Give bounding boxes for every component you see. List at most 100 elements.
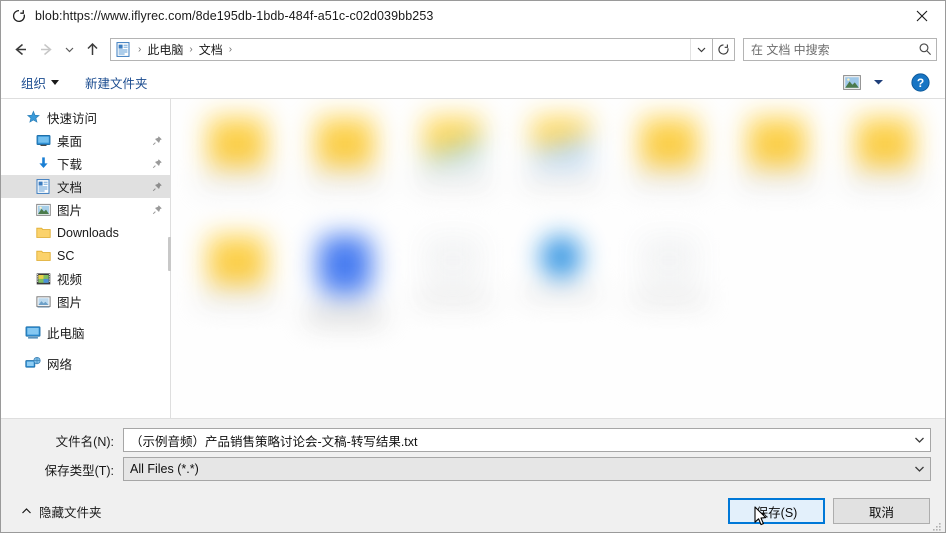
file-item[interactable]: [399, 111, 507, 229]
file-list-pane[interactable]: [171, 99, 945, 418]
file-item[interactable]: [183, 229, 291, 347]
sidebar-item-downloads[interactable]: Downloads: [1, 221, 170, 244]
star-icon: [25, 110, 41, 126]
sidebar-label: 桌面: [57, 135, 83, 149]
folder-icon: [640, 117, 698, 167]
photo-icon: [35, 294, 51, 310]
pin-icon[interactable]: [152, 204, 164, 216]
sidebar-label: 下载: [57, 158, 83, 172]
sidebar-item-photos[interactable]: 图片: [1, 290, 170, 313]
sidebar-item-quick-access[interactable]: 快速访问: [1, 106, 170, 129]
sidebar-item-documents[interactable]: 文档: [1, 175, 170, 198]
sidebar-item-downloads-cn[interactable]: 下载: [1, 152, 170, 175]
filename-row: 文件名(N): （示例音频）产品销售策略讨论会-文稿-转写结果.txt: [15, 428, 931, 452]
sidebar-label: 视频: [57, 273, 83, 287]
filetype-select[interactable]: All Files (*.*): [123, 457, 931, 481]
breadcrumb-separator-trailing[interactable]: ›: [226, 44, 235, 55]
save-form: 文件名(N): （示例音频）产品销售策略讨论会-文稿-转写结果.txt 保存类型…: [1, 419, 945, 489]
file-name-blurred: [415, 295, 491, 304]
documents-icon: [35, 179, 51, 195]
sidebar-item-this-pc[interactable]: 此电脑: [1, 321, 170, 344]
file-name-blurred: [739, 177, 815, 186]
toolbar-right-group: ?: [839, 70, 935, 94]
file-grid: [171, 99, 945, 418]
documents-icon: [115, 41, 131, 57]
filetype-value: All Files (*.*): [130, 462, 199, 476]
search-icon[interactable]: [918, 42, 932, 56]
resize-grip-icon[interactable]: [932, 519, 942, 531]
save-label: 保存(S): [755, 505, 798, 520]
chevron-down-icon[interactable]: [908, 458, 930, 480]
search-placeholder: 在 文档 中搜索: [751, 42, 830, 57]
file-item[interactable]: [291, 229, 399, 347]
recent-locations-chevron-icon[interactable]: [59, 36, 79, 62]
filename-label: 文件名(N):: [55, 434, 114, 449]
sidebar-label: 文档: [57, 181, 83, 195]
file-item[interactable]: [183, 111, 291, 229]
close-icon[interactable]: [899, 1, 945, 31]
thumbnail-view-icon[interactable]: [839, 71, 865, 93]
cancel-label: 取消: [868, 505, 894, 520]
folder-icon: [316, 117, 374, 167]
folder-icon: [35, 248, 51, 264]
file-item[interactable]: [615, 111, 723, 229]
sidebar-item-sc[interactable]: SC: [1, 244, 170, 267]
video-icon: [35, 271, 51, 287]
pin-icon[interactable]: [152, 135, 164, 147]
sidebar-item-desktop[interactable]: 桌面: [1, 129, 170, 152]
chevron-up-icon: [21, 504, 32, 518]
sidebar-label: 快速访问: [47, 112, 98, 126]
navigation-bar: › 此电脑 › 文档 › 在 文档 中搜索: [1, 32, 945, 66]
organize-label: 组织: [21, 76, 47, 91]
file-item[interactable]: [399, 229, 507, 347]
sidebar-item-network[interactable]: 网络: [1, 352, 170, 375]
filetype-label: 保存类型(T):: [44, 463, 114, 478]
chevron-down-icon[interactable]: [690, 38, 712, 60]
app-blue-icon: [318, 235, 372, 295]
search-input[interactable]: 在 文档 中搜索: [743, 37, 937, 61]
cancel-button[interactable]: 取消: [833, 498, 930, 524]
navigation-pane: 快速访问 桌面 下载 文档 图片 Downloads SC 视频 图片 此电脑 …: [1, 99, 170, 418]
pin-icon[interactable]: [152, 181, 164, 193]
file-item[interactable]: [291, 111, 399, 229]
view-options-chevron-icon[interactable]: [867, 71, 889, 93]
sidebar-item-pictures[interactable]: 图片: [1, 198, 170, 221]
filename-input[interactable]: （示例音频）产品销售策略讨论会-文稿-转写结果.txt: [123, 428, 931, 452]
file-item[interactable]: [831, 111, 939, 229]
network-icon: [25, 356, 41, 372]
file-item[interactable]: [723, 111, 831, 229]
file-name-blurred: [523, 177, 599, 186]
file-item[interactable]: [507, 111, 615, 229]
new-folder-button[interactable]: 新建文件夹: [79, 70, 154, 95]
command-toolbar: 组织 新建文件夹 ?: [1, 66, 945, 99]
back-arrow-icon[interactable]: [7, 36, 33, 62]
svg-text:?: ?: [916, 76, 923, 90]
pin-icon[interactable]: [152, 158, 164, 170]
up-arrow-icon[interactable]: [79, 36, 105, 62]
address-bar[interactable]: › 此电脑 › 文档 ›: [110, 37, 713, 61]
sidebar-item-videos[interactable]: 视频: [1, 267, 170, 290]
folder-icon: [35, 225, 51, 241]
breadcrumb-item-this-pc[interactable]: 此电脑: [144, 41, 186, 58]
file-item[interactable]: [615, 229, 723, 347]
chevron-down-icon[interactable]: [908, 429, 930, 451]
file-name-blurred: [631, 177, 707, 186]
new-folder-label: 新建文件夹: [85, 76, 148, 91]
folder-doc-icon: [424, 117, 482, 167]
folder-icon: [208, 235, 266, 285]
file-item[interactable]: [507, 229, 615, 347]
filename-value: （示例音频）产品销售策略讨论会-文稿-转写结果.txt: [130, 434, 418, 449]
desktop-icon: [35, 133, 51, 149]
help-icon[interactable]: ?: [905, 70, 935, 94]
breadcrumb-item-documents[interactable]: 文档: [196, 41, 226, 58]
refresh-icon[interactable]: [713, 37, 735, 61]
faint-file-icon: [424, 235, 482, 285]
organize-button[interactable]: 组织: [15, 70, 65, 95]
hide-folders-button[interactable]: 隐藏文件夹: [15, 498, 108, 525]
window-title: blob:https://www.iflyrec.com/8de195db-1b…: [35, 9, 434, 23]
dialog-body: 快速访问 桌面 下载 文档 图片 Downloads SC 视频 图片 此电脑 …: [1, 99, 945, 419]
page-blob-icon: [10, 7, 28, 25]
save-button[interactable]: 保存(S): [728, 498, 825, 524]
